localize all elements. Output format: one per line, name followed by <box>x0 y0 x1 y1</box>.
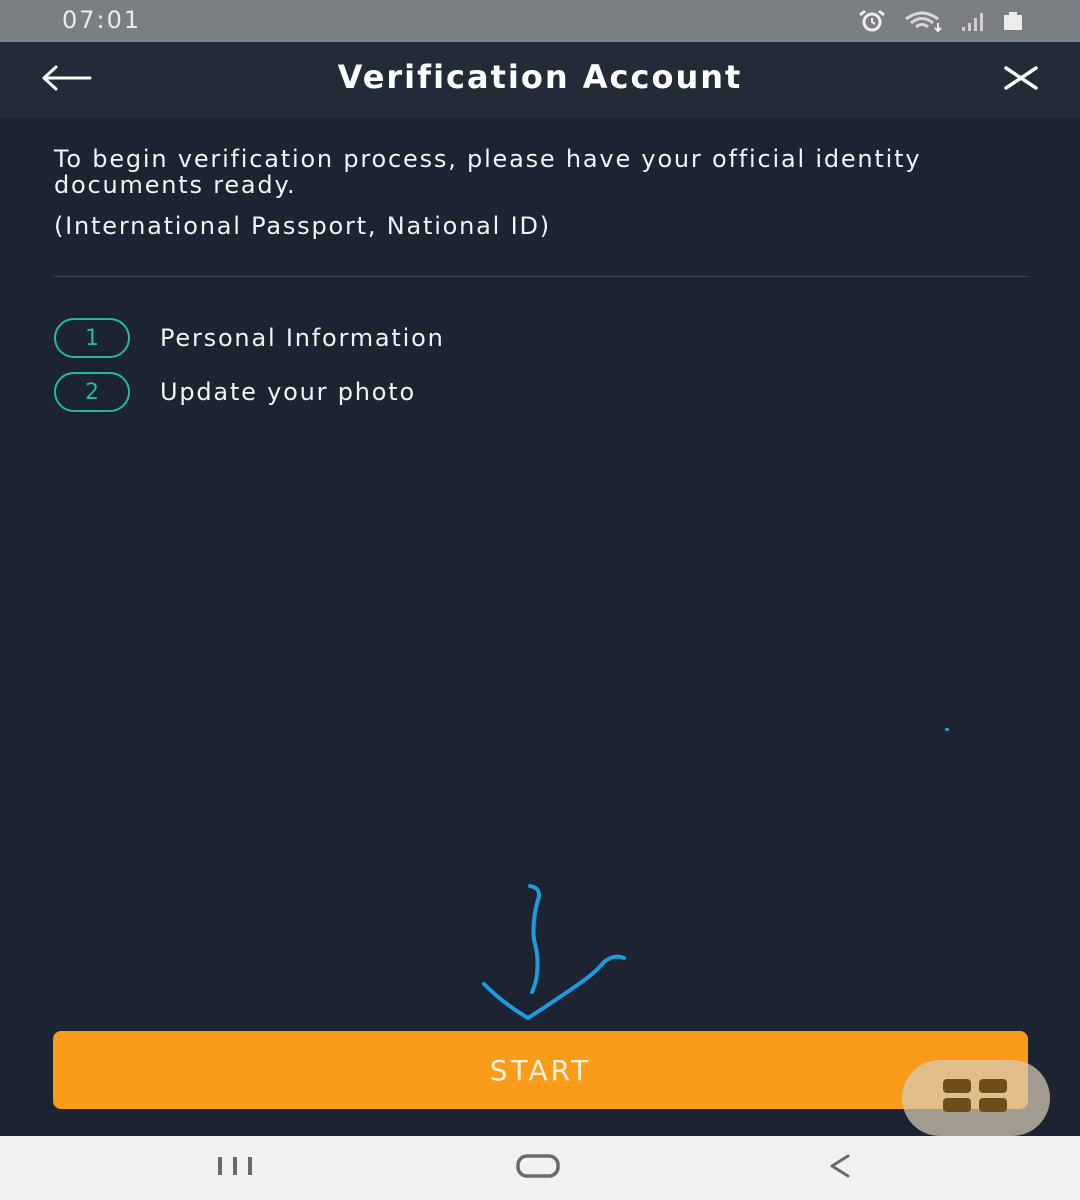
status-time: 07:01 <box>62 6 142 34</box>
step-label: Personal Information <box>160 324 445 352</box>
floating-menu-button[interactable] <box>902 1060 1050 1136</box>
recent-apps-icon <box>216 1155 256 1181</box>
close-button[interactable] <box>998 60 1044 100</box>
alarm-icon <box>856 9 888 33</box>
annotation-dot <box>945 728 949 731</box>
step-number-badge: 1 <box>54 318 130 358</box>
app-header: Verification Account <box>0 42 1080 118</box>
start-button[interactable]: START <box>53 1031 1028 1109</box>
page-title: Verification Account <box>337 58 743 96</box>
step-personal-information: 1 Personal Information <box>54 318 445 358</box>
grid-menu-icon <box>941 1076 1011 1120</box>
step-label: Update your photo <box>160 378 416 406</box>
annotation-arrow-icon <box>482 884 626 1020</box>
status-icons <box>856 8 1024 34</box>
status-bar: 07:01 <box>0 0 1080 42</box>
home-button[interactable] <box>498 1150 578 1186</box>
back-icon <box>826 1153 854 1183</box>
navigation-bar <box>0 1136 1080 1200</box>
recent-apps-button[interactable] <box>196 1150 276 1186</box>
divider <box>54 276 1028 277</box>
close-icon <box>1003 66 1039 94</box>
battery-icon <box>1002 10 1024 32</box>
intro-text: To begin verification process, please ha… <box>54 145 922 199</box>
home-icon <box>515 1153 561 1183</box>
step-number-badge: 2 <box>54 372 130 412</box>
start-button-label: START <box>489 1053 592 1087</box>
step-update-photo: 2 Update your photo <box>54 372 416 412</box>
signal-icon <box>960 10 988 32</box>
wifi-icon <box>902 9 946 33</box>
document-types-text: (International Passport, National ID) <box>54 212 551 240</box>
back-nav-button[interactable] <box>800 1150 880 1186</box>
